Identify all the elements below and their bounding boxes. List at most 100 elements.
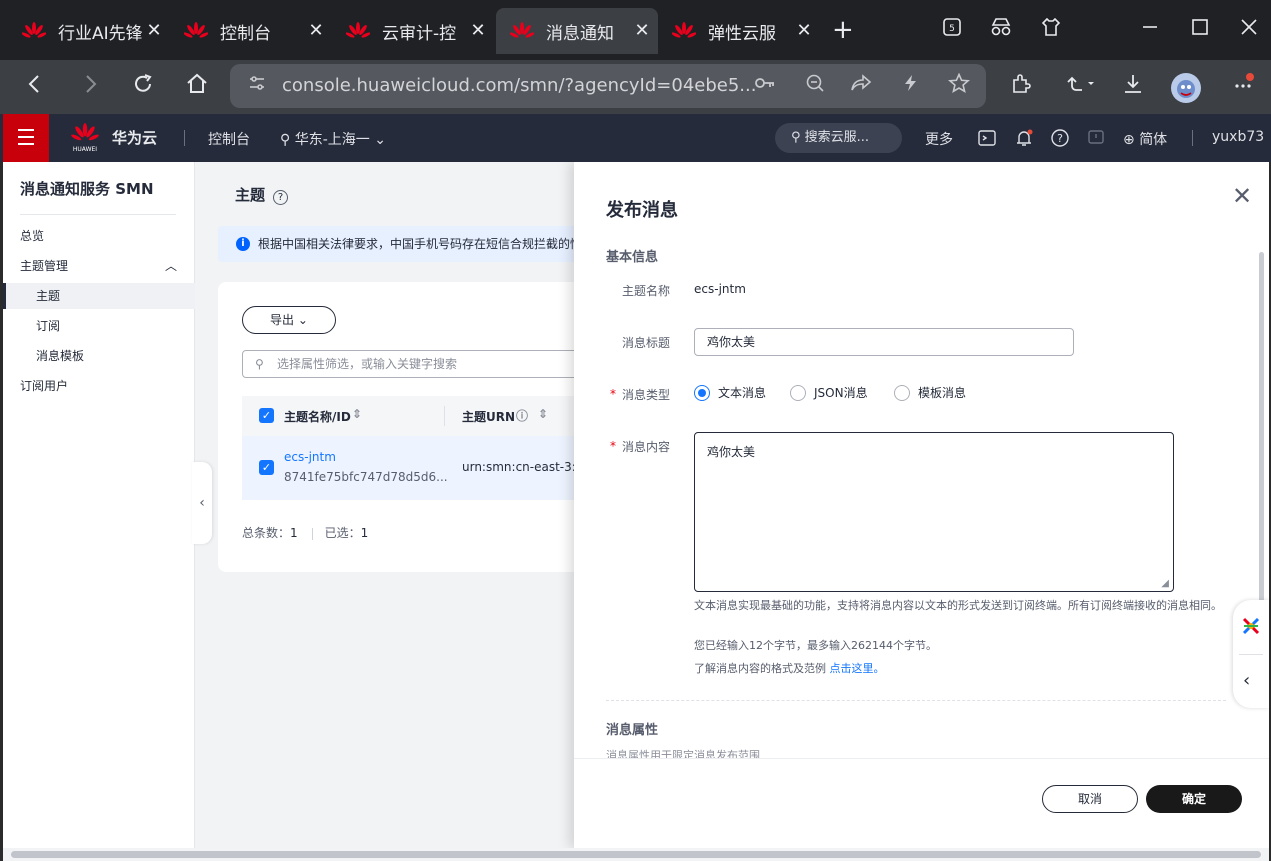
- region-selector[interactable]: ⚲ 华东-上海一 ⌄: [280, 129, 386, 149]
- sidebar-item-topics[interactable]: 主题: [3, 283, 195, 309]
- tab-close-icon[interactable]: ✕: [144, 20, 164, 41]
- notification-bell-icon[interactable]: [1013, 128, 1035, 150]
- huawei-logo-icon: [346, 22, 370, 38]
- tab-title: 行业AI先锋: [58, 23, 142, 44]
- table-row[interactable]: ✓ ecs-jntm 8741fe75bfc747d78d5d6... urn:…: [242, 436, 602, 500]
- export-button[interactable]: 导出 ⌄: [242, 306, 336, 334]
- url-text[interactable]: console.huaweicloud.com/smn/?agencyId=04…: [282, 75, 756, 96]
- export-label: 导出: [270, 313, 295, 327]
- help-icon[interactable]: ?: [1049, 128, 1071, 150]
- radio-text-message[interactable]: 文本消息: [694, 384, 766, 401]
- profile-avatar[interactable]: [1170, 72, 1201, 103]
- topic-name-link[interactable]: ecs-jntm: [284, 450, 336, 464]
- radio-json-message[interactable]: JSON消息: [790, 384, 868, 401]
- select-all-checkbox[interactable]: ✓: [259, 408, 274, 423]
- help-icon[interactable]: ?: [273, 190, 289, 205]
- radio-dot: [790, 384, 806, 401]
- back-icon[interactable]: [20, 72, 50, 102]
- window-close-icon[interactable]: [1234, 16, 1264, 43]
- terminal-icon[interactable]: [976, 128, 998, 150]
- bookmark-star-icon[interactable]: [946, 72, 972, 98]
- tab-actions-icon[interactable]: 5: [937, 16, 967, 43]
- sort-icon[interactable]: ⇕: [538, 407, 548, 421]
- console-home-link[interactable]: 控制台: [208, 129, 250, 149]
- filter-input[interactable]: ⚲ 选择属性筛选，或输入关键字搜索: [242, 350, 602, 378]
- shirt-icon[interactable]: [1036, 16, 1066, 43]
- horizontal-scrollbar[interactable]: [3, 848, 1269, 861]
- nav-label: 主题: [36, 289, 61, 303]
- home-icon[interactable]: [182, 72, 212, 102]
- minimize-icon[interactable]: [1135, 16, 1165, 43]
- more-menu[interactable]: 更多: [925, 129, 953, 149]
- expand-panel-icon[interactable]: ‹: [1243, 670, 1250, 691]
- column-header-name[interactable]: 主题名称/ID: [284, 408, 351, 425]
- info-notice: i 根据中国相关法律要求，中国手机号码存在短信合规拦截的情: [218, 226, 598, 262]
- sidebar-item-topic-management[interactable]: 主题管理 ︿: [3, 253, 195, 279]
- collapse-sidebar-icon[interactable]: ‹: [192, 462, 212, 544]
- topic-list-card: 导出 ⌄ ⚲ 选择属性筛选，或输入关键字搜索 ✓ 主题名称/ID ⇕ 主题URN…: [218, 282, 602, 572]
- help-icon[interactable]: ⓘ: [516, 407, 528, 424]
- confirm-button[interactable]: 确定: [1146, 785, 1242, 813]
- tab-title: 弹性云服: [708, 23, 776, 44]
- share-icon[interactable]: [848, 73, 874, 98]
- huawei-logo-icon: [184, 22, 208, 38]
- tab-close-icon[interactable]: ✕: [306, 20, 326, 41]
- topic-name-label: 主题名称: [622, 284, 671, 298]
- format-hint: 了解消息内容的格式及范例 点击这里。: [694, 661, 1224, 676]
- section-divider: [606, 700, 1226, 701]
- row-checkbox[interactable]: ✓: [259, 460, 274, 475]
- tab-close-icon[interactable]: ✕: [632, 20, 652, 41]
- service-menu-icon[interactable]: [3, 114, 49, 162]
- browser-tab-1[interactable]: 行业AI先锋 ✕: [8, 8, 170, 54]
- brand-small-text: HUAWEI: [72, 146, 98, 153]
- zoom-out-icon[interactable]: [802, 73, 828, 98]
- language-selector[interactable]: ⊕ 简体: [1123, 129, 1167, 149]
- tab-close-icon[interactable]: ✕: [468, 20, 488, 41]
- browser-tab-4[interactable]: 消息通知 ✕: [496, 8, 658, 54]
- tab-close-icon[interactable]: ✕: [794, 20, 814, 41]
- key-icon[interactable]: [752, 73, 778, 98]
- sort-icon[interactable]: ⇕: [352, 407, 362, 421]
- download-icon[interactable]: [1118, 72, 1148, 102]
- site-settings-icon[interactable]: [244, 73, 270, 98]
- service-title: 消息通知服务 SMN: [20, 180, 154, 198]
- address-bar[interactable]: console.huaweicloud.com/smn/?agencyId=04…: [230, 64, 986, 108]
- region-label: 华东-上海一: [294, 132, 370, 148]
- lightning-icon[interactable]: [898, 73, 924, 98]
- forward-icon[interactable]: [75, 72, 105, 102]
- brand-logo[interactable]: HUAWEI 华为云: [70, 122, 157, 153]
- radio-template-message[interactable]: 模板消息: [894, 384, 966, 401]
- maximize-icon[interactable]: [1185, 16, 1215, 43]
- message-title-input[interactable]: 鸡你太美: [694, 328, 1074, 356]
- sidebar-item-subscriptions[interactable]: 订阅: [3, 313, 195, 339]
- location-pin-icon: ⚲: [280, 132, 291, 148]
- message-content-textarea[interactable]: 鸡你太美 ◢: [694, 432, 1174, 592]
- radio-label: JSON消息: [814, 386, 868, 400]
- click-here-link[interactable]: 点击这里。: [830, 662, 885, 675]
- assistant-icon[interactable]: [1241, 616, 1261, 639]
- language-label: 简体: [1139, 132, 1168, 148]
- scrollbar-thumb[interactable]: [11, 851, 1261, 858]
- cancel-button[interactable]: 取消: [1042, 785, 1138, 813]
- incognito-icon[interactable]: [986, 16, 1016, 43]
- new-tab-icon[interactable]: +: [832, 15, 854, 45]
- topic-id: 8741fe75bfc747d78d5d6...: [284, 470, 448, 484]
- undo-dropdown-icon[interactable]: [1060, 72, 1100, 102]
- sidebar-item-subscription-users[interactable]: 订阅用户: [3, 373, 195, 399]
- browser-tab-3[interactable]: 云审计-控 ✕: [332, 8, 494, 54]
- totals-divider: [311, 527, 313, 540]
- extensions-icon[interactable]: [1006, 72, 1036, 102]
- search-input[interactable]: ⚲ 搜索云服...: [775, 123, 902, 153]
- column-header-urn[interactable]: 主题URN: [462, 408, 515, 425]
- sidebar-item-templates[interactable]: 消息模板: [3, 343, 195, 369]
- search-icon: ⚲: [255, 357, 264, 371]
- user-account[interactable]: yuxb73: [1212, 129, 1264, 145]
- close-icon[interactable]: ✕: [1232, 182, 1252, 210]
- reload-icon[interactable]: [128, 72, 158, 102]
- browser-menu-icon[interactable]: [1228, 72, 1258, 102]
- browser-tab-2[interactable]: 控制台 ✕: [170, 8, 332, 54]
- browser-tab-5[interactable]: 弹性云服 ✕: [658, 8, 820, 54]
- feedback-icon[interactable]: [1085, 128, 1107, 150]
- resize-grip-icon[interactable]: ◢: [1161, 578, 1169, 589]
- sidebar-item-overview[interactable]: 总览: [3, 223, 195, 249]
